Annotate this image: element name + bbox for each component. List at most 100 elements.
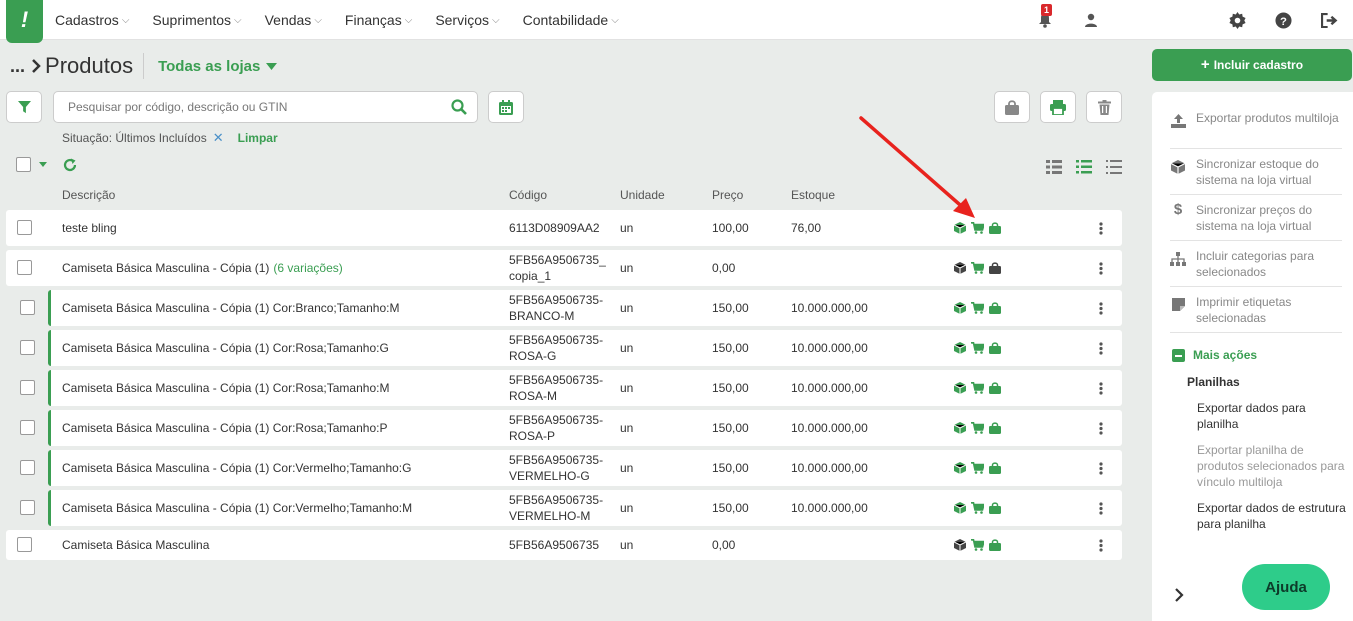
filter-button[interactable]	[6, 91, 42, 123]
row-menu-icon[interactable]	[1099, 490, 1103, 526]
store-selector[interactable]: Todas as lojas	[158, 58, 278, 75]
action-print-labels[interactable]: Imprimir etiquetas selecionadas	[1170, 294, 1342, 326]
cube-green-icon[interactable]	[954, 302, 966, 314]
menu-contabilidade[interactable]: Contabilidade ⌵	[523, 12, 619, 28]
caret-down-icon[interactable]	[39, 162, 47, 167]
row-menu-icon[interactable]	[1099, 370, 1103, 406]
row-menu-icon[interactable]	[1099, 290, 1103, 326]
cart-icon[interactable]	[971, 342, 984, 354]
menu-cadastros[interactable]: Cadastros ⌵	[55, 12, 129, 28]
shopping-bag-green-icon[interactable]	[989, 539, 1001, 551]
row-menu-icon[interactable]	[1099, 210, 1103, 246]
search-icon[interactable]	[451, 99, 467, 115]
cart-icon[interactable]	[971, 302, 984, 314]
cube-dark-icon[interactable]	[954, 262, 966, 274]
action-sync-prices[interactable]: $ Sincronizar preços do sistema na loja …	[1170, 202, 1342, 234]
action-include-categories[interactable]: Incluir categorias para selecionados	[1170, 248, 1342, 280]
column-code[interactable]: Código	[509, 188, 547, 202]
shopping-bag-green-icon[interactable]	[989, 382, 1001, 394]
delete-button[interactable]	[1086, 91, 1122, 123]
more-actions-toggle[interactable]: Mais ações	[1172, 348, 1257, 362]
product-name[interactable]: Camiseta Básica Masculina - Cópia (1) Co…	[62, 500, 412, 516]
row-menu-icon[interactable]	[1099, 450, 1103, 486]
product-name[interactable]: Camiseta Básica Masculina	[62, 537, 209, 553]
chevron-right-icon[interactable]	[1174, 588, 1184, 602]
cart-icon[interactable]	[971, 382, 984, 394]
cart-icon[interactable]	[971, 422, 984, 434]
shopping-bag-green-icon[interactable]	[989, 342, 1001, 354]
product-name[interactable]: Camiseta Básica Masculina - Cópia (1) Co…	[62, 380, 389, 396]
cube-dark-icon[interactable]	[954, 539, 966, 551]
column-description[interactable]: Descrição	[62, 188, 115, 202]
cart-icon[interactable]	[971, 502, 984, 514]
remove-filter-icon[interactable]: ✕	[213, 130, 224, 146]
export-structure-spreadsheet-link[interactable]: Exportar dados de estrutura para planilh…	[1197, 500, 1347, 532]
breadcrumb-dots[interactable]: ...	[10, 56, 25, 77]
product-name[interactable]: teste bling	[62, 220, 117, 236]
view-grid-toggle[interactable]	[1046, 158, 1062, 176]
shopping-bag-green-icon[interactable]	[989, 422, 1001, 434]
row-checkbox[interactable]	[20, 340, 35, 355]
cart-icon[interactable]	[971, 262, 984, 274]
shopping-bag-green-icon[interactable]	[989, 462, 1001, 474]
user-icon[interactable]	[1080, 9, 1102, 31]
table-row-variation[interactable]: Camiseta Básica Masculina - Cópia (1) Co…	[20, 370, 1122, 406]
shopping-bag-dark-icon[interactable]	[989, 262, 1001, 274]
table-row-variation[interactable]: Camiseta Básica Masculina - Cópia (1) Co…	[20, 410, 1122, 446]
action-sync-stock[interactable]: Sincronizar estoque do sistema na loja v…	[1170, 156, 1342, 188]
product-name[interactable]: Camiseta Básica Masculina - Cópia (1) Co…	[62, 340, 389, 356]
column-stock[interactable]: Estoque	[791, 188, 835, 202]
row-checkbox[interactable]	[17, 220, 32, 235]
table-row[interactable]: Camiseta Básica Masculina 5FB56A9506735 …	[6, 530, 1122, 560]
row-checkbox[interactable]	[20, 300, 35, 315]
select-all-checkbox[interactable]	[16, 157, 31, 172]
cube-green-icon[interactable]	[954, 502, 966, 514]
product-name[interactable]: Camiseta Básica Masculina - Cópia (1) Co…	[62, 300, 399, 316]
view-compact-toggle[interactable]	[1106, 158, 1122, 176]
menu-financas[interactable]: Finanças ⌵	[345, 12, 412, 28]
view-list-toggle[interactable]	[1076, 158, 1092, 176]
row-menu-icon[interactable]	[1099, 250, 1103, 286]
table-row-variation[interactable]: Camiseta Básica Masculina - Cópia (1) Co…	[20, 450, 1122, 486]
gear-icon[interactable]	[1226, 9, 1248, 31]
multistore-bag-button[interactable]	[994, 91, 1030, 123]
calendar-button[interactable]	[488, 91, 524, 123]
refresh-icon[interactable]	[63, 158, 77, 172]
logout-icon[interactable]	[1318, 9, 1340, 31]
row-checkbox[interactable]	[20, 500, 35, 515]
row-checkbox[interactable]	[17, 537, 32, 552]
row-checkbox[interactable]	[20, 380, 35, 395]
help-circle-icon[interactable]: ?	[1272, 9, 1294, 31]
table-row-variation[interactable]: Camiseta Básica Masculina - Cópia (1) Co…	[20, 330, 1122, 366]
product-name[interactable]: Camiseta Básica Masculina - Cópia (1)	[62, 260, 269, 276]
variations-link[interactable]: (6 variações)	[273, 260, 342, 276]
row-menu-icon[interactable]	[1099, 410, 1103, 446]
product-name[interactable]: Camiseta Básica Masculina - Cópia (1) Co…	[62, 460, 411, 476]
search-input[interactable]	[68, 92, 438, 122]
column-unit[interactable]: Unidade	[620, 188, 665, 202]
row-checkbox[interactable]	[20, 420, 35, 435]
row-menu-icon[interactable]	[1099, 330, 1103, 366]
table-row-variation[interactable]: Camiseta Básica Masculina - Cópia (1) Co…	[20, 490, 1122, 526]
export-spreadsheet-link[interactable]: Exportar dados para planilha	[1197, 400, 1347, 432]
cart-icon[interactable]	[971, 539, 984, 551]
cube-green-icon[interactable]	[954, 422, 966, 434]
cube-green-icon[interactable]	[954, 342, 966, 354]
row-menu-icon[interactable]	[1099, 530, 1103, 560]
column-price[interactable]: Preço	[712, 188, 743, 202]
menu-servicos[interactable]: Serviços ⌵	[435, 12, 499, 28]
shopping-bag-green-icon[interactable]	[989, 222, 1001, 234]
table-row[interactable]: Camiseta Básica Masculina - Cópia (1) (6 …	[6, 250, 1122, 286]
row-checkbox[interactable]	[20, 460, 35, 475]
cube-green-icon[interactable]	[954, 382, 966, 394]
table-row-variation[interactable]: Camiseta Básica Masculina - Cópia (1) Co…	[20, 290, 1122, 326]
menu-vendas[interactable]: Vendas ⌵	[265, 12, 322, 28]
print-button[interactable]	[1040, 91, 1076, 123]
include-record-button[interactable]: + Incluir cadastro	[1152, 49, 1352, 81]
help-button[interactable]: Ajuda	[1242, 564, 1330, 610]
clear-filters-link[interactable]: Limpar	[238, 131, 278, 145]
product-name[interactable]: Camiseta Básica Masculina - Cópia (1) Co…	[62, 420, 387, 436]
row-checkbox[interactable]	[17, 260, 32, 275]
cube-green-icon[interactable]	[954, 462, 966, 474]
shopping-bag-green-icon[interactable]	[989, 302, 1001, 314]
